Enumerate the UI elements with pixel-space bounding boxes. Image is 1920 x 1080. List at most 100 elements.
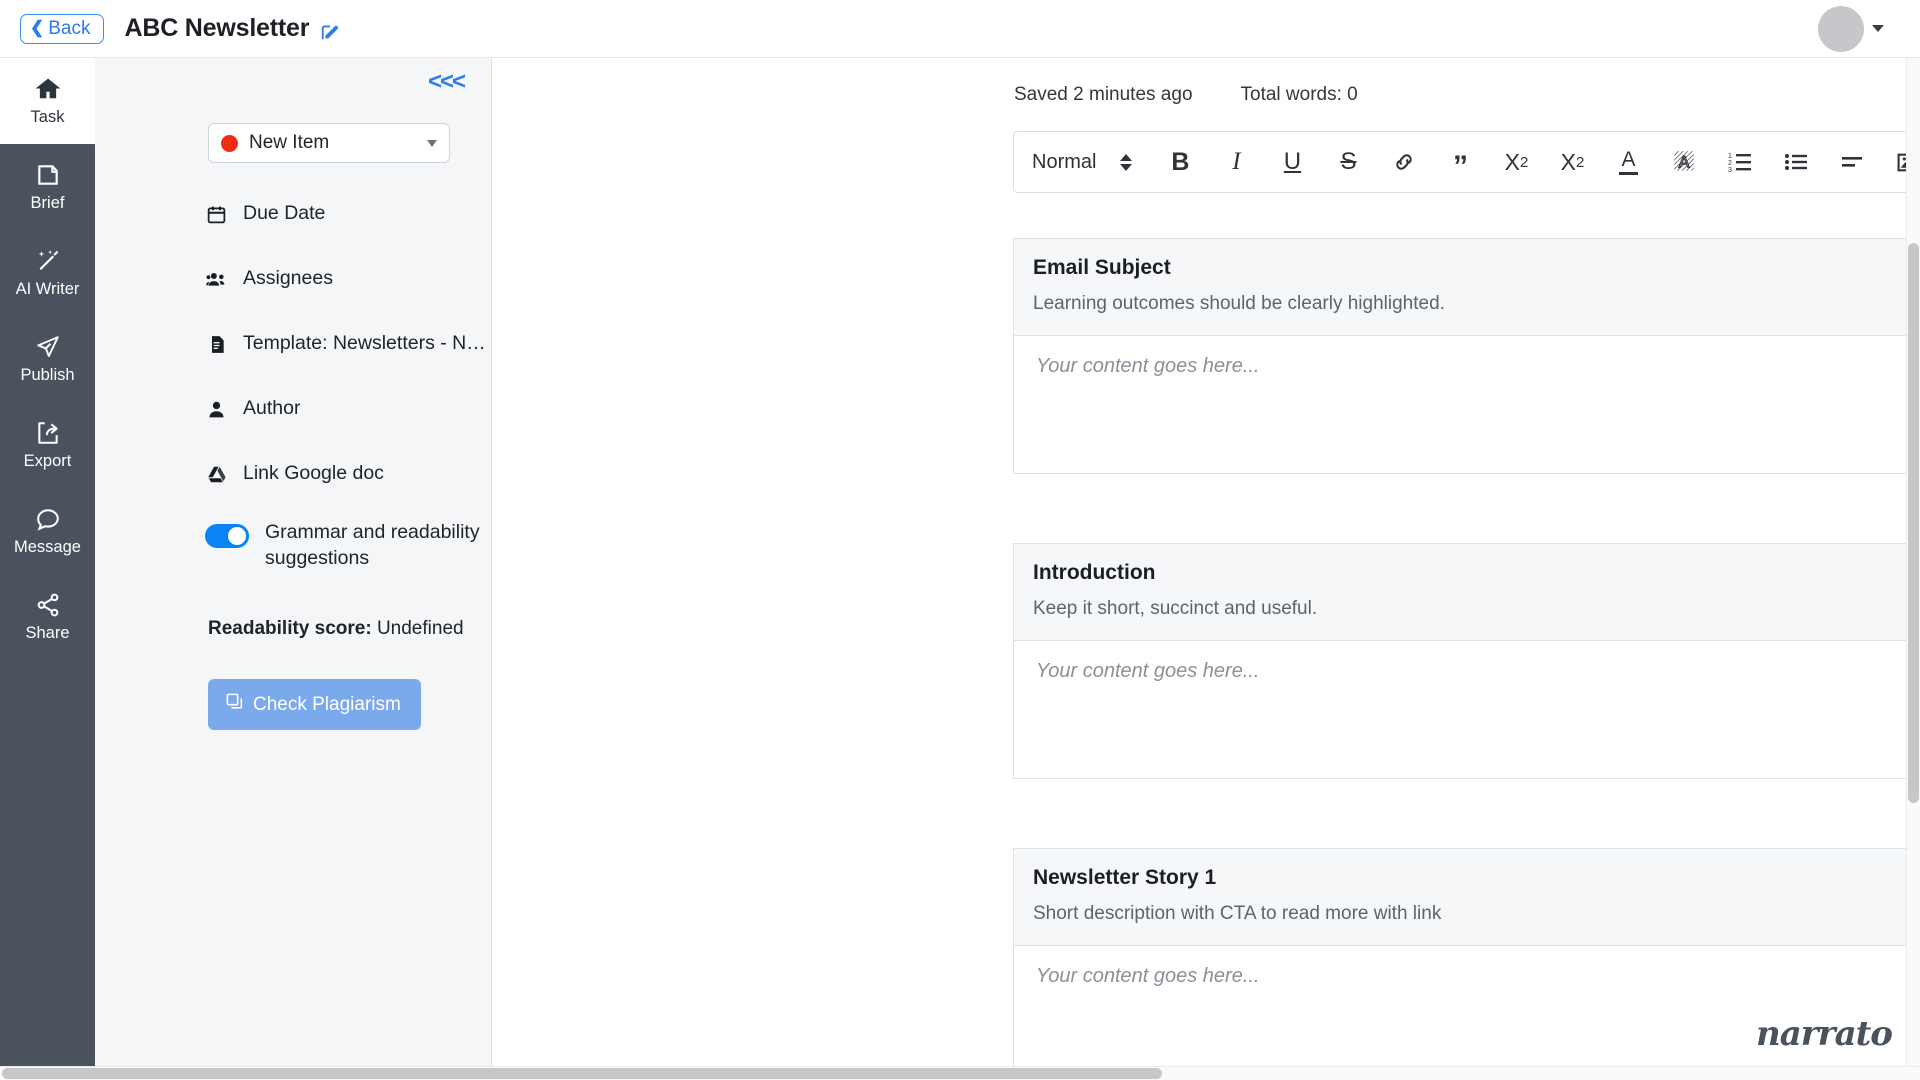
left-nav-rail: Task Brief AI Writer Publish Export Mess… — [0, 58, 95, 1080]
prop-label: Assignees — [243, 267, 333, 289]
italic-icon[interactable]: I — [1208, 142, 1264, 182]
sidebar-item-message[interactable]: Message — [0, 488, 95, 574]
grammar-suggestions-toggle-row[interactable]: Grammar and readability suggestions — [205, 520, 491, 571]
readability-score: Readability score: Undefined — [208, 618, 491, 640]
section-header-top: Introduction 0 words — [1033, 561, 1920, 585]
sidebar-item-label: Message — [14, 538, 81, 557]
vertical-scrollbar[interactable] — [1906, 58, 1920, 1080]
align-icon[interactable] — [1824, 142, 1880, 182]
saved-status: Saved 2 minutes ago — [1014, 84, 1193, 105]
horizontal-scrollbar-thumb[interactable] — [2, 1068, 1162, 1079]
sidebar-item-label: Export — [23, 452, 72, 471]
prop-label: Template: Newsletters - New... — [243, 332, 491, 354]
edit-pencil-icon[interactable] — [320, 20, 342, 42]
link-icon[interactable] — [1376, 142, 1432, 182]
avatar[interactable] — [1818, 5, 1864, 52]
section-placeholder: Your content goes here... — [1036, 660, 1260, 682]
section-editable-body[interactable]: Your content goes here... — [1013, 641, 1920, 779]
sidebar-item-label: Publish — [20, 366, 75, 385]
share-nodes-icon — [34, 592, 62, 618]
sidebar-item-label: Share — [25, 624, 70, 643]
section-editable-body[interactable]: Your content goes here... — [1013, 336, 1920, 474]
status-value: New Item — [249, 132, 330, 153]
section-header: Newsletter Story 1 0 characters Short de… — [1013, 848, 1920, 946]
calendar-icon — [205, 204, 228, 225]
status-select[interactable]: New Item — [208, 123, 450, 163]
section-description: Short description with CTA to read more … — [1033, 903, 1442, 924]
ordered-list-icon[interactable]: 123 — [1712, 142, 1768, 182]
section-placeholder: Your content goes here... — [1036, 355, 1260, 377]
svg-text:3: 3 — [1728, 167, 1732, 174]
sidebar-item-label: Brief — [30, 194, 65, 213]
bold-icon[interactable]: B — [1152, 142, 1208, 182]
grammar-suggestions-toggle[interactable] — [205, 524, 249, 548]
collapse-panel-button[interactable]: <<< — [428, 70, 466, 94]
account-menu[interactable] — [1818, 5, 1884, 52]
section-card: Introduction 0 words Keep it short, succ… — [1013, 543, 1920, 779]
copy-icon — [225, 692, 244, 717]
strikethrough-icon[interactable]: S — [1320, 142, 1376, 182]
body-row: Task Brief AI Writer Publish Export Mess… — [0, 58, 1920, 1080]
properties-panel: <<< New Item Due Date Assignees Template… — [95, 58, 492, 1080]
magic-wand-icon — [34, 248, 62, 274]
app-root: ❮ Back ABC Newsletter Task Brief AI Writ… — [0, 0, 1920, 1080]
highlight-color-icon[interactable]: A — [1656, 142, 1712, 182]
narrato-logo: narrato — [1750, 1012, 1898, 1056]
prop-row-due-date[interactable]: Due Date — [205, 185, 491, 250]
prop-label: Link Google doc — [243, 462, 384, 484]
prop-row-assignees[interactable]: Assignees — [205, 250, 491, 315]
chevron-updown-icon — [1120, 153, 1133, 171]
check-plagiarism-label: Check Plagiarism — [253, 693, 401, 715]
blockquote-icon[interactable]: ” — [1432, 142, 1488, 182]
section-title: Newsletter Story 1 — [1033, 866, 1217, 889]
section-header-top: Email Subject 0 characters — [1033, 256, 1920, 280]
superscript-icon[interactable]: X2 — [1544, 142, 1600, 182]
section-card: Email Subject 0 characters Learning outc… — [1013, 238, 1920, 474]
back-button-label: Back — [48, 17, 91, 39]
subscript-icon[interactable]: X2 — [1488, 142, 1544, 182]
prop-label: Author — [243, 397, 301, 419]
paper-plane-icon — [34, 334, 62, 360]
readability-score-label: Readability score: — [208, 618, 372, 640]
total-words: Total words: 0 — [1240, 84, 1358, 105]
back-button[interactable]: ❮ Back — [20, 13, 104, 44]
sidebar-item-share[interactable]: Share — [0, 574, 95, 660]
top-bar: ❮ Back ABC Newsletter — [0, 0, 1920, 58]
google-drive-icon — [205, 464, 228, 485]
text-style-dropdown[interactable]: Normal — [1032, 150, 1133, 174]
section-description: Learning outcomes should be clearly high… — [1033, 293, 1445, 314]
editor-inner: Saved 2 minutes ago Total words: 0 Norma… — [492, 58, 1920, 1080]
prop-row-template[interactable]: Template: Newsletters - New... — [205, 315, 491, 380]
editor-toolbar: Normal B I U S ” X2 X2 A A 1 2 3 — [1013, 131, 1920, 193]
section-title: Email Subject — [1033, 256, 1171, 279]
sidebar-item-brief[interactable]: Brief — [0, 144, 95, 230]
svg-text:A: A — [1679, 153, 1690, 171]
export-share-icon — [34, 420, 62, 446]
underline-icon[interactable]: U — [1264, 142, 1320, 182]
bullet-list-icon[interactable] — [1768, 142, 1824, 182]
svg-text:1: 1 — [1728, 153, 1732, 160]
horizontal-scrollbar[interactable] — [0, 1066, 1920, 1080]
chevron-down-icon[interactable] — [1872, 25, 1884, 32]
toggle-knob — [228, 527, 246, 545]
sidebar-item-publish[interactable]: Publish — [0, 316, 95, 402]
chevron-left-icon: ❮ — [30, 18, 45, 37]
sidebar-item-task[interactable]: Task — [0, 58, 95, 144]
home-icon — [34, 76, 62, 102]
prop-row-author[interactable]: Author — [205, 380, 491, 445]
status-dot-icon — [221, 134, 238, 152]
text-style-value: Normal — [1032, 150, 1097, 173]
vertical-scrollbar-thumb[interactable] — [1908, 243, 1919, 803]
svg-text:2: 2 — [1728, 160, 1732, 167]
readability-score-value: Undefined — [376, 618, 464, 640]
users-icon — [205, 269, 228, 290]
sidebar-item-ai-writer[interactable]: AI Writer — [0, 230, 95, 316]
font-color-icon[interactable]: A — [1600, 142, 1656, 182]
sidebar-item-label: AI Writer — [15, 280, 80, 299]
prop-row-link-google-doc[interactable]: Link Google doc — [205, 445, 491, 510]
note-icon — [35, 162, 61, 188]
person-icon — [205, 399, 228, 420]
grammar-suggestions-label: Grammar and readability suggestions — [265, 521, 480, 569]
check-plagiarism-button[interactable]: Check Plagiarism — [208, 679, 421, 731]
sidebar-item-export[interactable]: Export — [0, 402, 95, 488]
